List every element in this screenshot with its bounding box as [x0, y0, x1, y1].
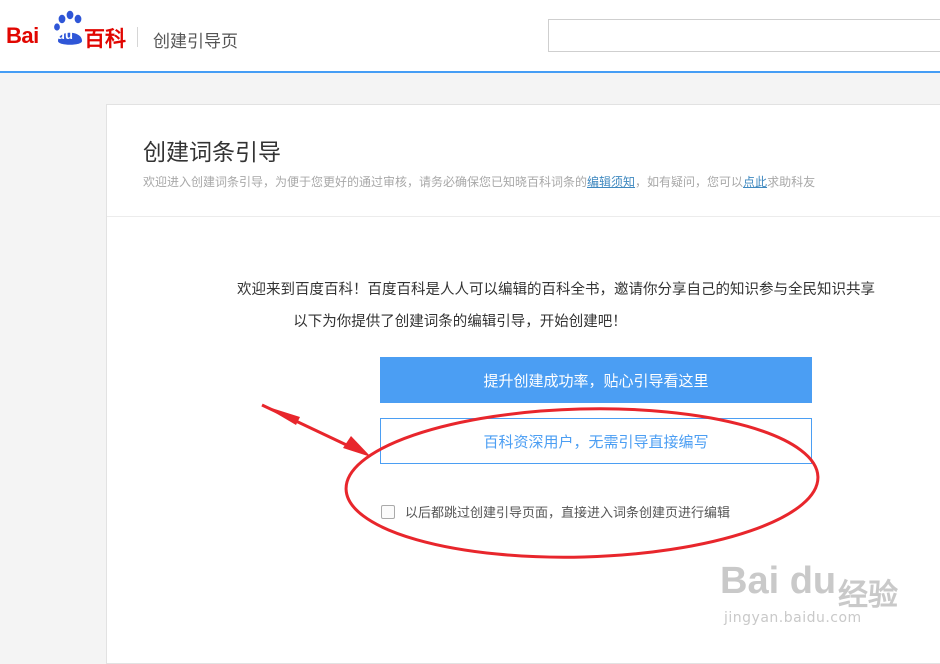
logo-bai-text: Bai: [6, 23, 39, 48]
skip-guide-label: 以后都跳过创建引导页面，直接进入词条创建页进行编辑: [405, 506, 731, 521]
help-link[interactable]: 点此: [743, 175, 767, 189]
watermark-url: jingyan.baidu.com: [724, 610, 862, 626]
watermark-brand: Bai du: [720, 560, 837, 602]
skip-guide-option[interactable]: 以后都跳过创建引导页面，直接进入词条创建页进行编辑: [381, 502, 730, 521]
card-subtitle: 欢迎进入创建词条引导，为便于您更好的通过审核，请务必确保您已知晓百科词条的编辑须…: [143, 173, 815, 190]
direct-edit-button[interactable]: 百科资深用户，无需引导直接编写: [380, 418, 812, 464]
guided-create-button[interactable]: 提升创建成功率，贴心引导看这里: [380, 357, 812, 403]
subtitle-text-2: ，如有疑问，您可以: [635, 175, 744, 189]
edit-guidelines-link[interactable]: 编辑须知: [587, 175, 635, 189]
watermark-label: 经验: [838, 578, 898, 613]
baidu-baike-logo[interactable]: Bai du 百科: [6, 10, 131, 54]
welcome-text-line1: 欢迎来到百度百科！百度百科是人人可以编辑的百科全书，邀请你分享自己的知识参与全民…: [237, 282, 875, 298]
logo-du-text: du: [57, 27, 73, 42]
top-header: Bai du 百科 创建引导页: [0, 0, 940, 73]
header-divider: [137, 27, 138, 47]
subtitle-text-1: 欢迎进入创建词条引导，为便于您更好的通过审核，请务必确保您已知晓百科词条的: [143, 175, 588, 189]
logo-baike-text: 百科: [84, 27, 126, 51]
checkbox-icon[interactable]: [381, 504, 395, 519]
card-title: 创建词条引导: [143, 140, 281, 166]
subtitle-text-3: 求助科友: [767, 175, 816, 189]
baidu-jingyan-watermark: Bai du 经验 jingyan.baidu.com: [720, 556, 930, 636]
search-input[interactable]: [548, 19, 940, 52]
card-divider: [107, 216, 940, 217]
welcome-text-line2: 以下为你提供了创建词条的编辑引导，开始创建吧！: [293, 314, 627, 330]
page-title: 创建引导页: [153, 32, 238, 52]
